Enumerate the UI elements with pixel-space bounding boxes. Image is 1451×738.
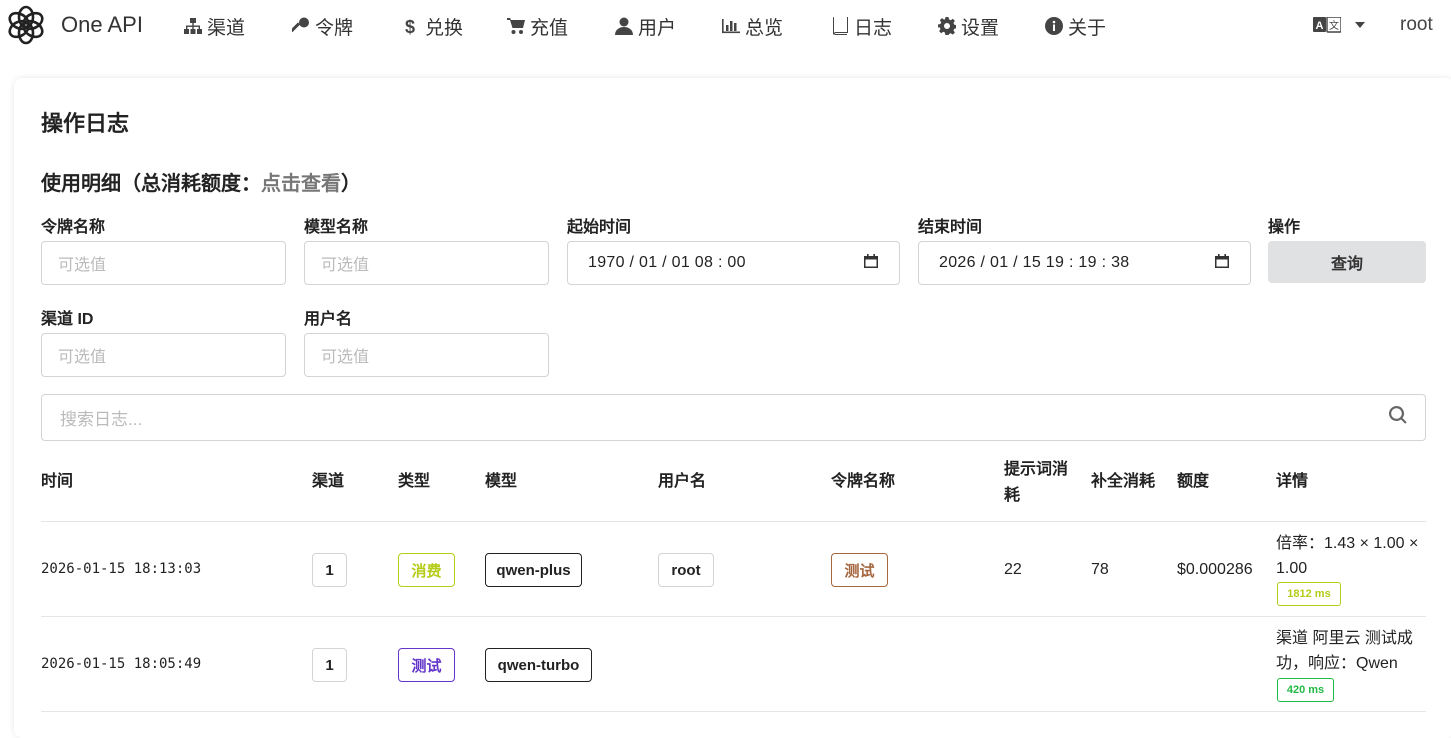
col-type[interactable]: 类型: [398, 469, 430, 495]
col-username[interactable]: 用户名: [658, 469, 706, 495]
book-icon: [831, 17, 849, 35]
end-time-input[interactable]: 2026 / 01 / 15 19 : 19 : 38: [918, 241, 1251, 285]
start-time-label: 起始时间: [567, 219, 632, 236]
latency-badge: 420 ms: [1277, 678, 1334, 702]
col-prompt-tokens[interactable]: 提示词消耗: [1004, 457, 1076, 509]
usage-subtitle-prefix: 使用明细（总消耗额度：: [41, 173, 261, 195]
action-label: 操作: [1268, 219, 1301, 236]
nav-item-topup[interactable]: 充值: [507, 13, 568, 39]
col-quota[interactable]: 额度: [1177, 469, 1209, 495]
end-time-value: 2026 / 01 / 15 19 : 19 : 38: [939, 254, 1130, 271]
nav-item-about[interactable]: 关于: [1045, 13, 1106, 39]
nav-label: 渠道: [207, 17, 246, 39]
nav-label: 兑换: [425, 17, 464, 39]
key-icon: [292, 17, 310, 35]
table-divider: [41, 521, 1426, 522]
svg-text:文: 文: [1329, 19, 1339, 32]
language-switcher[interactable]: A文: [1313, 17, 1365, 33]
nav-item-redeem[interactable]: $ 兑换: [402, 13, 463, 39]
col-model[interactable]: 模型: [485, 469, 517, 495]
nav-label: 充值: [530, 17, 569, 39]
search-icon[interactable]: [1389, 406, 1407, 429]
username-label: 用户名: [304, 311, 353, 328]
gear-icon: [938, 17, 956, 35]
token-name-input[interactable]: 可选值: [41, 241, 286, 285]
token-name-label: 令牌名称: [41, 219, 106, 236]
token-badge: 测试: [831, 553, 888, 587]
language-icon: A文: [1313, 17, 1341, 33]
col-channel[interactable]: 渠道: [312, 469, 344, 495]
nav-label: 日志: [854, 17, 893, 39]
nav-item-dashboard[interactable]: 总览: [722, 13, 783, 39]
dollar-icon: $: [402, 17, 420, 35]
nav-label: 令牌: [315, 17, 354, 39]
table-divider: [41, 616, 1426, 617]
completion-tokens-value: 78: [1091, 561, 1109, 578]
username-input[interactable]: 可选值: [304, 333, 549, 377]
row-time: 2026-01-15 18:05:49: [41, 656, 202, 672]
top-nav: One API 渠道 令牌 $ 兑换 充值 用户 总览 日志 设置 关于 A文 …: [0, 0, 1451, 52]
nav-item-channels[interactable]: 渠道: [184, 13, 245, 39]
nav-item-users[interactable]: 用户: [615, 13, 676, 39]
col-time[interactable]: 时间: [41, 469, 73, 495]
view-total-quota-link[interactable]: 点击查看: [261, 173, 341, 195]
nav-label: 总览: [745, 17, 784, 39]
model-badge: qwen-plus: [485, 553, 582, 587]
nav-item-tokens[interactable]: 令牌: [292, 13, 353, 39]
type-badge: 消费: [398, 553, 455, 587]
log-search-placeholder: 搜索日志...: [60, 410, 143, 429]
user-menu[interactable]: root: [1400, 14, 1433, 36]
chevron-down-icon: [1355, 22, 1365, 28]
latency-badge: 1812 ms: [1277, 582, 1341, 606]
nav-item-settings[interactable]: 设置: [938, 13, 999, 39]
info-icon: [1045, 17, 1063, 35]
calendar-icon[interactable]: [863, 253, 879, 274]
usage-subtitle-suffix: ）: [341, 173, 361, 195]
table-divider: [41, 711, 1426, 712]
detail-text: 渠道 阿里云 测试成功，响应：Qwen: [1276, 630, 1413, 672]
nav-item-logs[interactable]: 日志: [831, 13, 892, 39]
row-time: 2026-01-15 18:13:03: [41, 561, 202, 577]
nav-label: 设置: [961, 17, 1000, 39]
channel-id-label: 渠道 ID: [41, 311, 94, 328]
quota-value: $0.000286: [1177, 561, 1253, 578]
start-time-input[interactable]: 1970 / 01 / 01 08 : 00: [567, 241, 900, 285]
model-name-label: 模型名称: [304, 219, 369, 236]
query-button[interactable]: 查询: [1268, 241, 1426, 283]
sitemap-icon: [184, 17, 202, 35]
page-title: 操作日志: [41, 111, 130, 136]
channel-badge: 1: [312, 553, 347, 587]
channel-badge: 1: [312, 648, 347, 682]
model-badge: qwen-turbo: [485, 648, 592, 682]
usage-subtitle: 使用明细（总消耗额度：点击查看）: [41, 167, 361, 196]
svg-text:$: $: [405, 17, 415, 35]
nav-label: 用户: [638, 17, 677, 39]
username-badge: root: [658, 553, 714, 587]
end-time-label: 结束时间: [918, 219, 983, 236]
channel-id-input[interactable]: 可选值: [41, 333, 286, 377]
nav-label: 关于: [1068, 17, 1107, 39]
svg-text:A: A: [1316, 20, 1324, 32]
prompt-tokens-value: 22: [1004, 561, 1022, 578]
col-detail[interactable]: 详情: [1276, 469, 1308, 495]
log-search-input[interactable]: 搜索日志...: [41, 394, 1426, 441]
openai-logo-icon[interactable]: [4, 3, 48, 47]
detail-text: 倍率：1.43 × 1.00 × 1.00: [1276, 535, 1419, 577]
start-time-value: 1970 / 01 / 01 08 : 00: [588, 254, 746, 271]
col-token-name[interactable]: 令牌名称: [831, 469, 895, 495]
brand-name[interactable]: One API: [61, 12, 143, 38]
model-name-input[interactable]: 可选值: [304, 241, 549, 285]
bar-chart-icon: [722, 17, 740, 35]
cart-icon: [507, 17, 525, 35]
type-badge: 测试: [398, 648, 455, 682]
calendar-icon[interactable]: [1214, 253, 1230, 274]
col-completion-tokens[interactable]: 补全消耗: [1091, 469, 1155, 495]
user-icon: [615, 17, 633, 35]
